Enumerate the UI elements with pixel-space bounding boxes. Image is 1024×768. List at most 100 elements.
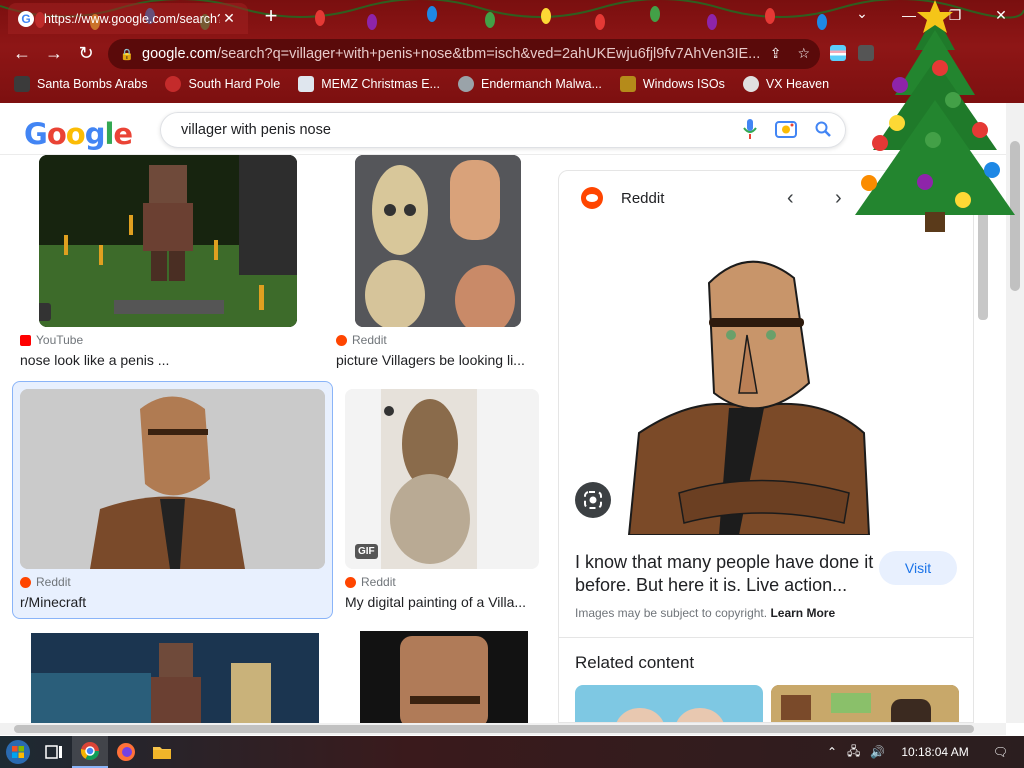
bookmarks-bar: Santa Bombs Arabs South Hard Pole MEMZ C… [0, 72, 1024, 96]
page-vertical-scrollbar[interactable] [1006, 103, 1024, 723]
result-thumbnail[interactable] [39, 155, 297, 327]
bookmark-endermanch-malware[interactable]: Endermanch Malwa... [457, 76, 602, 92]
panel-title[interactable]: I know that many people have done it bef… [575, 551, 875, 597]
scrollbar-thumb[interactable] [1010, 141, 1020, 291]
task-view-icon[interactable] [36, 736, 72, 768]
browser-chrome: G https://www.google.com/search? ✕ + ⌄ —… [0, 0, 1024, 103]
volume-icon[interactable]: 🔊 [870, 745, 885, 759]
bookmark-favicon-icon [619, 76, 636, 92]
related-thumbnail[interactable] [575, 685, 763, 722]
result-source: Reddit [36, 575, 71, 589]
bookmark-favicon-icon [165, 76, 182, 92]
tab-strip: G https://www.google.com/search? ✕ + ⌄ —… [0, 0, 1024, 34]
flag-extension-icon[interactable] [830, 45, 846, 61]
firefox-taskbar-icon[interactable] [108, 736, 144, 768]
bookmark-favicon-icon [742, 76, 759, 92]
panel-source[interactable]: Reddit [581, 187, 664, 209]
maximize-button[interactable]: ❐ [932, 0, 978, 30]
gif-badge: GIF [355, 544, 378, 559]
browser-toolbar: ← → ↻ 🔒 google.com/search?q=villager+wit… [0, 36, 1024, 70]
chrome-taskbar-icon[interactable] [72, 736, 108, 768]
video-play-icon [39, 303, 51, 321]
browser-tab[interactable]: G https://www.google.com/search? ✕ [8, 3, 248, 34]
google-favicon-icon: G [18, 10, 34, 27]
file-explorer-icon[interactable] [144, 736, 180, 768]
panel-scrollbar[interactable] [976, 180, 990, 720]
panel-divider [559, 637, 973, 638]
bookmark-santa-bombs-arabs[interactable]: Santa Bombs Arabs [14, 76, 147, 92]
google-header: Google villager with penis nose [0, 103, 1006, 155]
windows-logo-icon [6, 740, 30, 764]
result-source: YouTube [36, 333, 84, 347]
url-host: google.com [142, 46, 217, 62]
panel-scrollbar-thumb[interactable] [978, 200, 988, 320]
next-chevron-icon[interactable]: › [835, 187, 842, 210]
show-hidden-icons-chevron-icon[interactable]: ⌃ [827, 745, 837, 759]
reddit-source-icon [345, 576, 356, 588]
share-icon[interactable]: ⇪ [770, 45, 782, 62]
image-results-grid: YouTube nose look like a penis ... Reddi… [0, 155, 556, 723]
result-caption[interactable]: nose look like a penis ... [20, 352, 310, 368]
result-caption[interactable]: r/Minecraft [20, 594, 310, 610]
search-input[interactable]: villager with penis nose [160, 112, 846, 148]
microphone-icon[interactable] [743, 119, 757, 139]
reload-icon[interactable]: ↻ [70, 38, 102, 68]
forward-arrow-icon[interactable]: → [38, 38, 70, 68]
google-logo[interactable]: Google [24, 117, 133, 151]
start-button[interactable] [0, 736, 36, 768]
result-thumbnail[interactable] [20, 389, 325, 569]
tab-search-chevron-icon[interactable]: ⌄ [850, 5, 874, 22]
notifications-icon[interactable]: 🗨 [993, 745, 1008, 759]
previous-chevron-icon[interactable]: ‹ [787, 187, 794, 210]
bookmark-favicon-icon [298, 76, 315, 92]
tab-close-icon[interactable]: ✕ [220, 10, 238, 27]
reddit-logo-icon [581, 187, 603, 209]
visit-button[interactable]: Visit [879, 551, 957, 585]
address-bar[interactable]: 🔒 google.com/search?q=villager+with+peni… [108, 39, 820, 69]
extension-icons [830, 45, 874, 61]
preview-image[interactable] [619, 243, 879, 535]
bookmark-star-icon[interactable]: ☆ [797, 45, 810, 62]
page-horizontal-scrollbar[interactable] [0, 723, 1006, 735]
result-caption[interactable]: My digital painting of a Villa... [345, 594, 535, 610]
youtube-source-icon [20, 334, 31, 346]
camera-lens-icon[interactable] [775, 119, 797, 139]
bookmark-south-hard-pole[interactable]: South Hard Pole [165, 76, 280, 92]
reddit-source-icon [336, 334, 347, 346]
copyright-notice: Images may be subject to copyright. Lear… [575, 606, 836, 620]
windows-taskbar: ⌃ 🖧 🔊 10:18:04 AM 🗨 [0, 736, 1024, 768]
google-lens-icon[interactable] [575, 482, 611, 518]
related-content-heading: Related content [575, 653, 695, 672]
result-source: Reddit [352, 333, 387, 347]
scrollbar-thumb[interactable] [14, 725, 974, 733]
extension-icon[interactable] [858, 45, 874, 61]
image-preview-panel: Reddit ‹ › I know that many people have … [558, 170, 974, 723]
panel-source-name: Reddit [621, 189, 665, 207]
bookmark-favicon-icon [457, 76, 474, 92]
bookmark-favicon-icon [14, 76, 30, 92]
result-thumbnail[interactable] [31, 633, 319, 723]
bookmark-windows-isos[interactable]: Windows ISOs [619, 76, 725, 92]
taskbar-clock[interactable]: 10:18:04 AM [901, 745, 968, 759]
learn-more-link[interactable]: Learn More [770, 606, 835, 620]
result-thumbnail[interactable]: GIF [345, 389, 539, 569]
result-thumbnail[interactable] [355, 155, 521, 327]
url-path: /search?q=villager+with+penis+nose&tbm=i… [216, 46, 761, 62]
related-thumbnail[interactable] [771, 685, 959, 722]
window-controls: — ❐ ✕ [886, 0, 1024, 30]
search-icon[interactable] [815, 121, 831, 137]
result-thumbnail[interactable] [360, 631, 528, 723]
lock-icon: 🔒 [120, 48, 134, 61]
result-source: Reddit [361, 575, 396, 589]
tab-title: https://www.google.com/search? [44, 11, 220, 26]
close-window-button[interactable]: ✕ [978, 0, 1024, 30]
new-tab-button[interactable]: + [260, 5, 282, 28]
network-icon[interactable]: 🖧 [847, 742, 860, 763]
system-tray: ⌃ 🖧 🔊 10:18:04 AM 🗨 [827, 736, 1024, 768]
reddit-source-icon [20, 576, 31, 588]
result-caption[interactable]: picture Villagers be looking li... [336, 352, 532, 368]
bookmark-memz-christmas[interactable]: MEMZ Christmas E... [298, 76, 440, 92]
back-arrow-icon[interactable]: ← [6, 38, 38, 68]
minimize-button[interactable]: — [886, 0, 932, 30]
bookmark-vx-heaven[interactable]: VX Heaven [742, 76, 829, 92]
